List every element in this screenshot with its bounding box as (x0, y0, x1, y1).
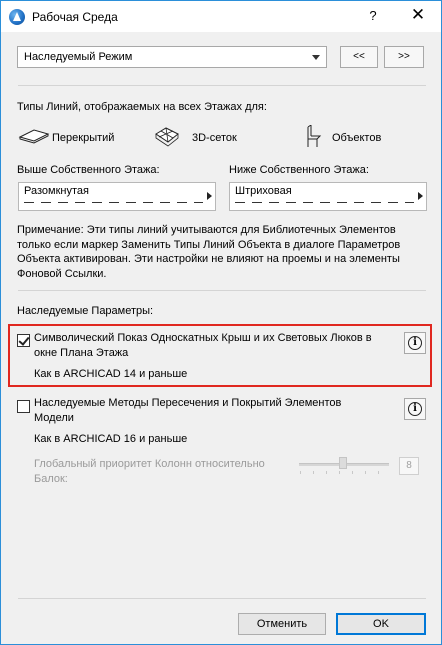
category-label-objects: Объектов (332, 132, 382, 144)
slider-tick (352, 471, 353, 474)
inherited-params-heading: Наследуемые Параметры: (17, 305, 154, 317)
below-linetype-value: Штриховая (235, 185, 292, 197)
title-bar: Рабочая Среда ? ✕ (1, 1, 441, 32)
category-label-slabs: Перекрытий (52, 132, 115, 144)
line-types-heading: Типы Линий, отображаемых на всех Этажах … (17, 101, 267, 113)
above-linetype-value: Разомкнутая (24, 185, 89, 197)
divider (18, 290, 426, 291)
slider-tick (365, 471, 366, 474)
slider-tick (300, 471, 301, 474)
slider-tick (326, 471, 327, 474)
archicad-app-icon (9, 9, 25, 25)
intersection-info-button[interactable]: i (404, 398, 426, 420)
priority-value-field[interactable]: 8 (399, 457, 419, 475)
column-priority-label: Глобальный приоритет Колонн относительно… (34, 458, 265, 485)
category-label-meshes: 3D-сеток (192, 132, 237, 144)
roof-info-button[interactable]: i (404, 332, 426, 354)
window-title: Рабочая Среда (32, 10, 118, 24)
chevron-right-icon (207, 192, 212, 200)
dialog-window: Рабочая Среда ? ✕ Наследуемый Режим << >… (0, 0, 442, 645)
priority-slider-thumb[interactable] (339, 457, 347, 469)
below-linetype-selector[interactable]: Штриховая (229, 182, 427, 211)
slab-icon (18, 129, 50, 144)
below-story-label: Ниже Собственного Этажа: (229, 164, 369, 176)
above-story-label: Выше Собственного Этажа: (17, 164, 160, 176)
mode-dropdown[interactable]: Наследуемый Режим (17, 46, 327, 68)
close-button[interactable]: ✕ (409, 5, 427, 25)
cancel-button[interactable]: Отменить (238, 613, 326, 635)
next-mode-button[interactable]: >> (384, 46, 424, 68)
info-icon: i (408, 402, 422, 416)
mode-dropdown-value: Наследуемый Режим (24, 51, 133, 63)
mesh-icon (155, 127, 179, 147)
chevron-right-icon (418, 192, 423, 200)
roof-symbolic-checkbox[interactable] (17, 334, 30, 347)
linetype-preview (235, 202, 414, 203)
intersection-compat-label: Как в ARCHICAD 16 и раньше (34, 433, 188, 445)
intersection-methods-label: Наследуемые Методы Пересечения и Покрыти… (34, 397, 342, 424)
roof-compat-label: Как в ARCHICAD 14 и раньше (34, 368, 188, 380)
divider (18, 85, 426, 86)
info-icon: i (408, 336, 422, 350)
chair-icon (307, 125, 322, 147)
note-text: Примечание: Эти типы линий учитываются д… (17, 224, 401, 280)
divider (18, 598, 426, 599)
intersection-methods-checkbox[interactable] (17, 400, 30, 413)
slider-tick (378, 471, 379, 474)
help-button[interactable]: ? (365, 8, 381, 23)
chevron-down-icon (312, 55, 320, 60)
previous-mode-button[interactable]: << (340, 46, 378, 68)
slider-tick (339, 471, 340, 474)
slider-tick (313, 471, 314, 474)
above-linetype-selector[interactable]: Разомкнутая (18, 182, 216, 211)
ok-button[interactable]: OK (336, 613, 426, 635)
linetype-preview (24, 202, 203, 203)
roof-symbolic-label: Символический Показ Односкатных Крыш и и… (34, 332, 372, 359)
